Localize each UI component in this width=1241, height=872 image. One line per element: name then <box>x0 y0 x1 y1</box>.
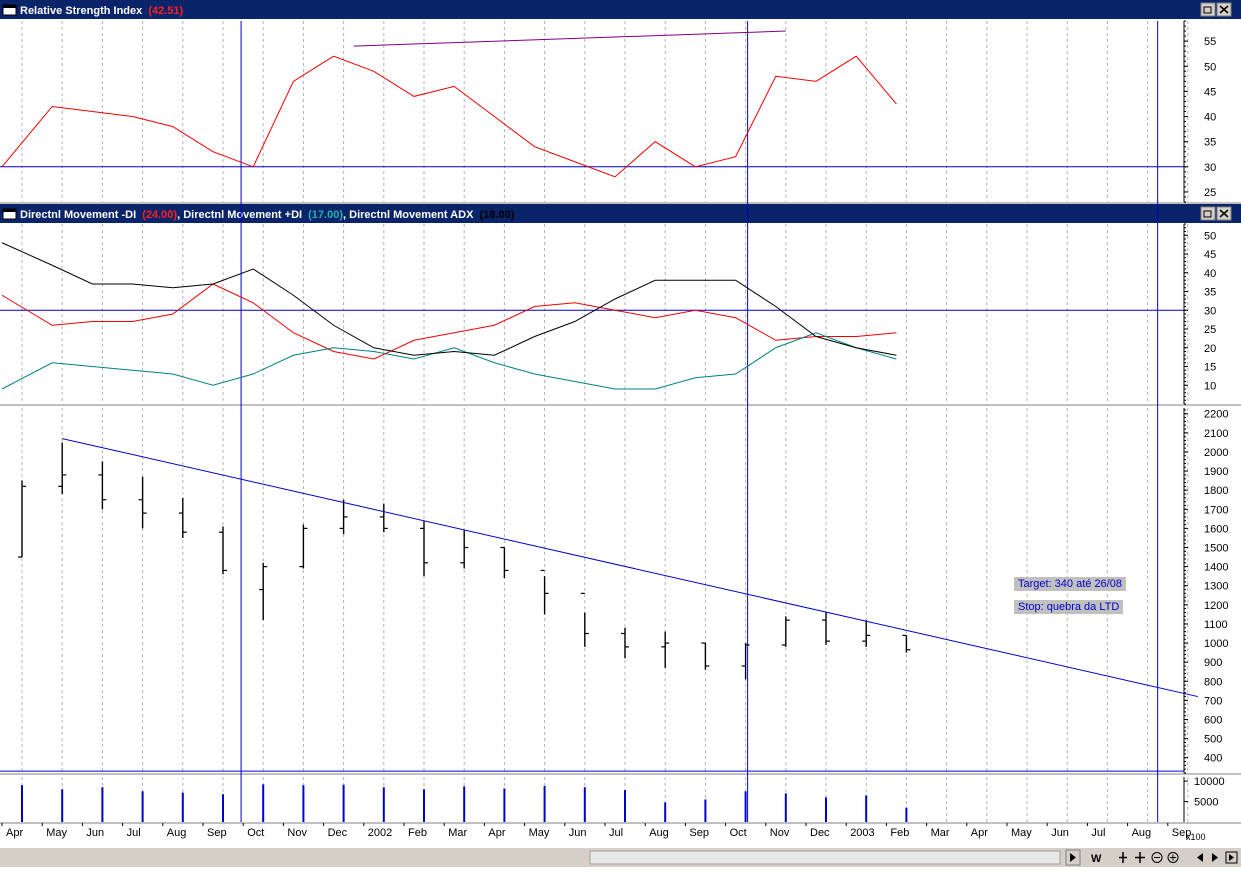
x-axis-label: Apr <box>6 827 23 839</box>
y-tick-label: 1400 <box>1204 562 1228 574</box>
x-axis-label: Mar <box>931 827 950 839</box>
y-tick-label: 2200 <box>1204 409 1228 421</box>
x-axis-label: Aug <box>1132 827 1152 839</box>
y-tick-label: 1700 <box>1204 504 1228 516</box>
y-tick-label: 1100 <box>1204 619 1228 631</box>
y-tick-label: 50 <box>1204 61 1216 73</box>
rsi-title: Relative Strength Index <box>20 5 143 17</box>
x-axis-label: Sep <box>207 827 227 839</box>
x-axis-label: 2003 <box>850 827 874 839</box>
y-tick-label: 1500 <box>1204 543 1228 555</box>
y-tick-label: 1800 <box>1204 485 1228 497</box>
svg-text:Directnl Movement -DI (2: Directnl Movement -DI (24.00), Directnl … <box>20 209 515 221</box>
window-icon[interactable] <box>2 4 17 16</box>
y-tick-label: 45 <box>1204 249 1216 261</box>
plus-di-title: Directnl Movement +DI <box>183 209 302 221</box>
weekly-button[interactable]: W <box>1091 853 1102 865</box>
y-tick-label: 2100 <box>1204 428 1228 440</box>
y-tick-label: 20 <box>1204 343 1216 355</box>
x-axis-label: Jul <box>609 827 623 839</box>
y-tick-label: 700 <box>1204 695 1222 707</box>
y-tick-label: 2000 <box>1204 447 1228 459</box>
y-tick-label: 10 <box>1204 380 1216 392</box>
x-axis-label: Apr <box>971 827 988 839</box>
y-tick-label: 45 <box>1204 86 1216 98</box>
close-icon[interactable] <box>1216 206 1232 221</box>
x-axis-label: Aug <box>167 827 187 839</box>
y-tick-label: 500 <box>1204 734 1222 746</box>
y-tick-label: 30 <box>1204 162 1216 174</box>
x-axis-label: May <box>1011 827 1032 839</box>
adx-value: (18.00) <box>479 209 514 221</box>
metastock-chart-window: Relative Strength Index (42.51) Directnl… <box>0 0 1241 867</box>
plus-di-value: (17.00) <box>308 209 343 221</box>
rsi-value: (42.51) <box>148 5 183 17</box>
rsi-title-bar <box>0 0 1241 19</box>
x-axis-label: Mar <box>448 827 467 839</box>
trend-line <box>62 438 1198 698</box>
svg-text:Relative Strength Index: Relative Strength Index (42.51) <box>20 5 184 17</box>
close-icon[interactable] <box>1216 2 1232 17</box>
y-tick-label: 40 <box>1204 112 1216 124</box>
x-axis-label: Oct <box>730 827 747 839</box>
y-tick-label: 600 <box>1204 714 1222 726</box>
x-axis-label: Jun <box>1051 827 1069 839</box>
x-axis-label: Sep <box>689 827 709 839</box>
y-tick-label: 40 <box>1204 268 1216 280</box>
x-axis-label: Jul <box>127 827 141 839</box>
y-tick-label: 35 <box>1204 137 1216 149</box>
x-axis-label: Dec <box>810 827 830 839</box>
x-axis-label: Dec <box>328 827 348 839</box>
y-tick-label: 25 <box>1204 187 1216 199</box>
y-tick-label: 10000 <box>1194 776 1225 788</box>
adx-line <box>1 242 897 356</box>
x-axis-label: May <box>529 827 550 839</box>
y-tick-label: 35 <box>1204 287 1216 299</box>
x-axis-label: Aug <box>649 827 669 839</box>
x-axis-label: Nov <box>287 827 307 839</box>
x-axis-label: Jun <box>86 827 104 839</box>
minus-di-value: (24.00) <box>142 209 177 221</box>
divergence-line <box>353 30 786 47</box>
plus-di-line <box>1 332 897 390</box>
x-axis-label: Jun <box>569 827 587 839</box>
y-tick-label: 55 <box>1204 36 1216 48</box>
y-tick-label: 1000 <box>1204 638 1228 650</box>
x-axis-label: 2002 <box>368 827 392 839</box>
y-tick-label: 1600 <box>1204 523 1228 535</box>
y-tick-label: 400 <box>1204 753 1222 765</box>
x-axis-label: Apr <box>488 827 505 839</box>
plot-layer: 25 30 35 40 45 50 55 10 15 20 25 30 35 40 45 50 400 500 60… <box>0 20 1241 842</box>
y-tick-label: 1900 <box>1204 466 1228 478</box>
x-axis-label: Jul <box>1091 827 1105 839</box>
minus-di-line <box>1 283 897 360</box>
rsi-line <box>1 55 897 178</box>
scroll-right-icon[interactable] <box>1065 849 1081 866</box>
restore-icon[interactable] <box>1200 206 1216 221</box>
y-tick-label: 30 <box>1204 305 1216 317</box>
chart-canvas: Relative Strength Index (42.51) Directnl… <box>0 0 1241 867</box>
y-tick-label: 15 <box>1204 362 1216 374</box>
x-axis-label: May <box>46 827 67 839</box>
y-tick-label: 1200 <box>1204 600 1228 612</box>
horizontal-scrollbar[interactable] <box>589 850 1061 865</box>
y-tick-label: 5000 <box>1194 797 1218 809</box>
x-axis-label: Sep <box>1172 827 1192 839</box>
minus-di-title: Directnl Movement -DI <box>20 209 136 221</box>
x-axis-label: Feb <box>890 827 909 839</box>
y-tick-label: 25 <box>1204 324 1216 336</box>
target-annotation: Target: 340 até 26/08 <box>1014 577 1126 591</box>
adx-title: Directnl Movement ADX <box>349 209 474 221</box>
restore-icon[interactable] <box>1200 2 1216 17</box>
x-axis-label: Oct <box>247 827 264 839</box>
stop-annotation: Stop: quebra da LTD <box>1014 600 1124 614</box>
x-axis-label: Nov <box>770 827 790 839</box>
y-tick-label: 1300 <box>1204 581 1228 593</box>
y-tick-label: 900 <box>1204 657 1222 669</box>
x-axis-label: Feb <box>408 827 427 839</box>
y-tick-label: 800 <box>1204 676 1222 688</box>
window-icon[interactable] <box>2 208 17 220</box>
y-tick-label: 50 <box>1204 230 1216 242</box>
